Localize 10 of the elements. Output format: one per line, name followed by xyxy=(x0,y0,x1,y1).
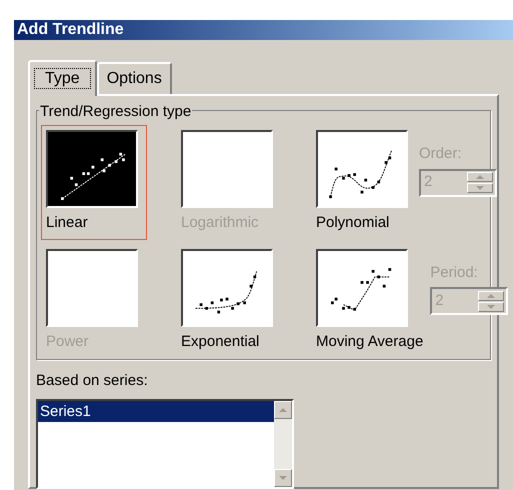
tab[interactable]: Options xyxy=(96,62,172,94)
series-label: Based on series: xyxy=(36,371,149,391)
trend-option[interactable]: Exponential xyxy=(176,244,282,358)
trend-option[interactable]: Polynomial xyxy=(311,125,417,240)
window-title: Add Trendline xyxy=(17,20,124,40)
tab[interactable]: Type xyxy=(28,60,97,96)
series-list[interactable]: Series1 xyxy=(36,398,294,488)
trend-option[interactable]: Moving Average xyxy=(311,244,428,358)
trend-option[interactable]: Linear xyxy=(41,125,147,240)
list-item[interactable]: Series1 xyxy=(38,400,274,422)
